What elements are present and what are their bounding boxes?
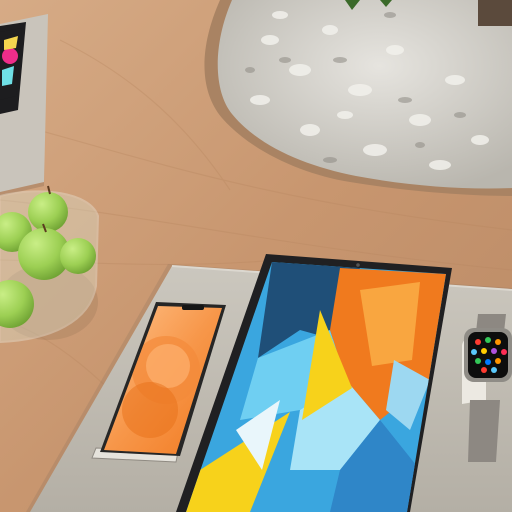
phone-notch (182, 305, 204, 310)
tree-trunk (478, 0, 512, 26)
tablet-on-mat (0, 14, 48, 196)
product-render-scene (0, 0, 512, 512)
tablet-camera (356, 263, 360, 267)
